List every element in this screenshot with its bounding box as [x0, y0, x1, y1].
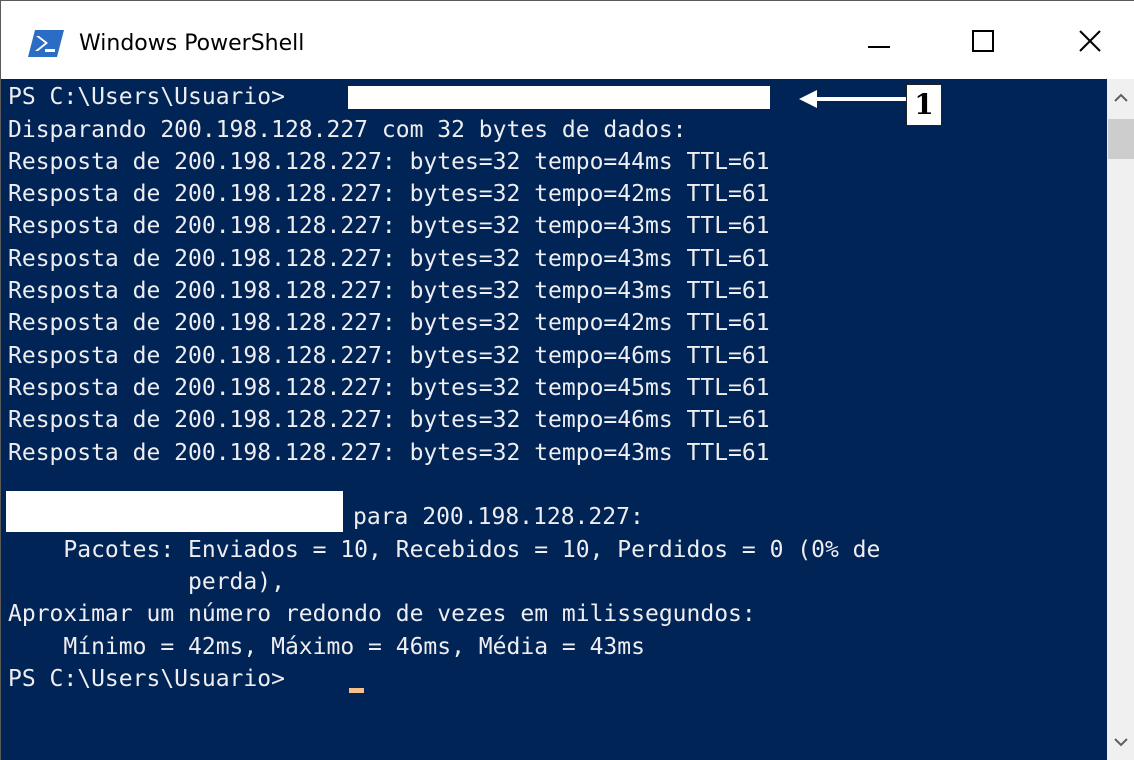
redacted-stats-title: [6, 491, 343, 532]
maximize-icon: [971, 29, 995, 58]
packets-line-continued: perda),: [8, 569, 285, 595]
title-bar[interactable]: Windows PowerShell: [1, 1, 1134, 79]
reply-line: Resposta de 200.198.128.227: bytes=32 te…: [8, 343, 770, 369]
stats-header: para 200.198.128.227:: [353, 504, 644, 530]
reply-line: Resposta de 200.198.128.227: bytes=32 te…: [8, 213, 770, 239]
window-title: Windows PowerShell: [79, 31, 305, 56]
scroll-thumb[interactable]: [1108, 119, 1134, 159]
redacted-command: [348, 86, 770, 109]
packets-line: Pacotes: Enviados = 10, Recebidos = 10, …: [8, 537, 881, 563]
maximize-button[interactable]: [951, 19, 1015, 67]
reply-line: Resposta de 200.198.128.227: bytes=32 te…: [8, 310, 770, 336]
powershell-icon: [28, 30, 64, 57]
scroll-down-button[interactable]: [1107, 731, 1134, 757]
close-button[interactable]: [1058, 19, 1122, 67]
annotation-label: 1: [906, 84, 942, 126]
reply-line: Resposta de 200.198.128.227: bytes=32 te…: [8, 149, 770, 175]
minimize-icon: [867, 29, 891, 58]
reply-line: Resposta de 200.198.128.227: bytes=32 te…: [8, 407, 770, 433]
vertical-scrollbar[interactable]: [1107, 79, 1134, 760]
reply-line: Resposta de 200.198.128.227: bytes=32 te…: [8, 278, 770, 304]
reply-line: Resposta de 200.198.128.227: bytes=32 te…: [8, 246, 770, 272]
rtt-header: Aproximar um número redondo de vezes em …: [8, 601, 756, 627]
reply-line: Resposta de 200.198.128.227: bytes=32 te…: [8, 375, 770, 401]
text-cursor: [349, 688, 364, 693]
arrow-icon: [797, 85, 911, 113]
powershell-window: Windows PowerShell PS C:\Users\Usuario> …: [0, 0, 1134, 760]
chevron-up-icon: [1113, 91, 1129, 109]
chevron-down-icon: [1113, 735, 1129, 753]
prompt-line: PS C:\Users\Usuario>: [8, 84, 299, 110]
minimize-button[interactable]: [847, 19, 911, 67]
ping-header: Disparando 200.198.128.227 com 32 bytes …: [8, 117, 687, 143]
scroll-up-button[interactable]: [1107, 87, 1134, 113]
close-icon: [1078, 29, 1102, 58]
console-output[interactable]: PS C:\Users\Usuario> 1 Disparando 200.19…: [1, 79, 1107, 760]
reply-line: Resposta de 200.198.128.227: bytes=32 te…: [8, 181, 770, 207]
rtt-values: Mínimo = 42ms, Máximo = 46ms, Média = 43…: [8, 634, 645, 660]
reply-line: Resposta de 200.198.128.227: bytes=32 te…: [8, 440, 770, 466]
final-prompt: PS C:\Users\Usuario>: [8, 666, 299, 692]
